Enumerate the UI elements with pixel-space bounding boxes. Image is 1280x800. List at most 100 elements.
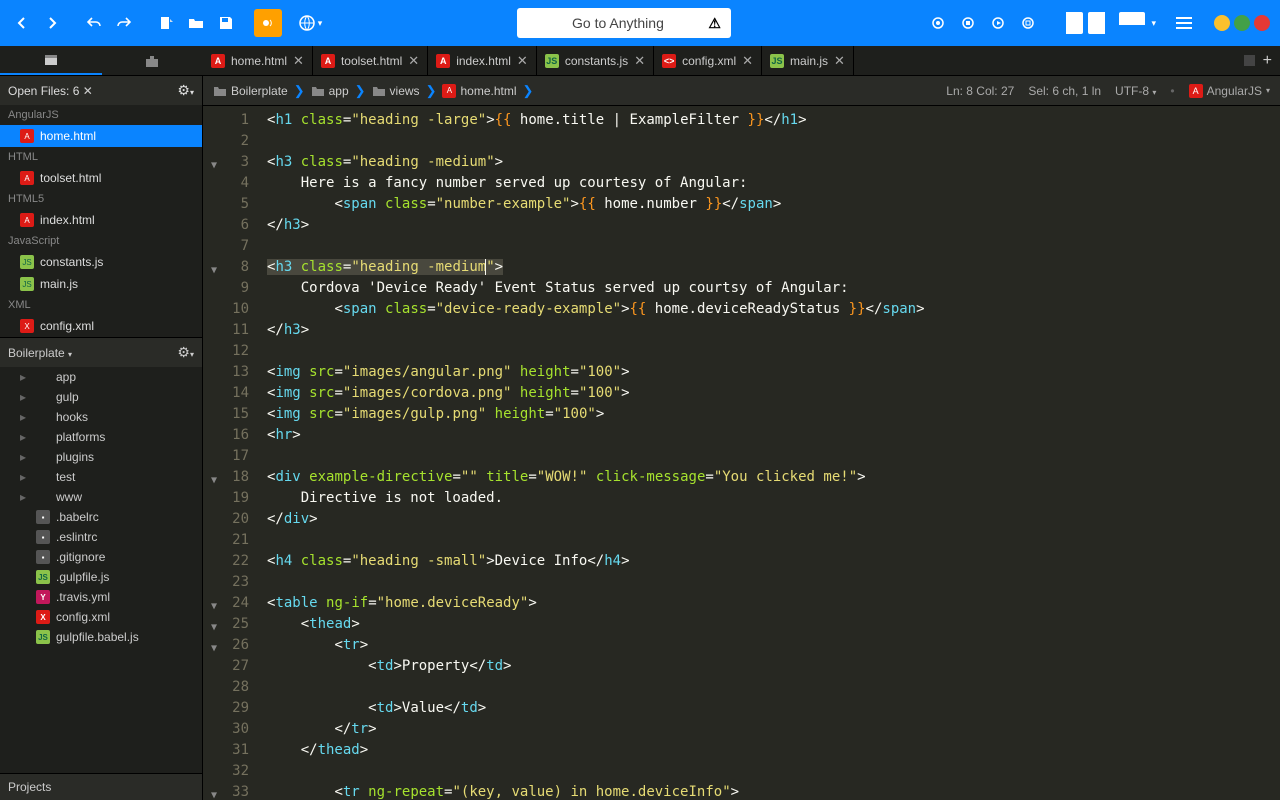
- fold-icon[interactable]: ▼: [211, 785, 217, 800]
- project-tree-item[interactable]: JS.gulpfile.js: [0, 567, 202, 587]
- code-line[interactable]: <h3 class="heading -medium">: [267, 257, 1272, 278]
- project-tree-item[interactable]: JSgulpfile.babel.js: [0, 627, 202, 647]
- code-line[interactable]: <img src="images/cordova.png" height="10…: [267, 383, 1272, 404]
- code-editor[interactable]: 12▼34567▼891011121314151617▼181920212223…: [203, 106, 1280, 800]
- project-tree-item[interactable]: ▸app: [0, 367, 202, 387]
- code-line[interactable]: Here is a fancy number served up courtes…: [267, 173, 1272, 194]
- stop-macro-button[interactable]: [954, 9, 982, 37]
- code-line[interactable]: <tr>: [267, 635, 1272, 656]
- window-close-button[interactable]: [1254, 15, 1270, 31]
- code-line[interactable]: [267, 341, 1272, 362]
- projects-footer[interactable]: Projects: [0, 773, 202, 800]
- project-tree-item[interactable]: ▸hooks: [0, 407, 202, 427]
- close-tab-icon[interactable]: ✕: [517, 53, 528, 69]
- project-tree-item[interactable]: ▸gulp: [0, 387, 202, 407]
- code-line[interactable]: Cordova 'Device Ready' Event Status serv…: [267, 278, 1272, 299]
- project-tree-item[interactable]: ▸test: [0, 467, 202, 487]
- expand-icon[interactable]: ▸: [20, 470, 30, 484]
- code-line[interactable]: </tr>: [267, 719, 1272, 740]
- new-file-button[interactable]: [152, 9, 180, 37]
- code-line[interactable]: <span class="device-ready-example">{{ ho…: [267, 299, 1272, 320]
- expand-icon[interactable]: ▸: [20, 410, 30, 424]
- close-tab-icon[interactable]: ✕: [634, 53, 645, 69]
- tab-index.html[interactable]: Aindex.html✕: [428, 46, 537, 75]
- code-line[interactable]: <div example-directive="" title="WOW!" c…: [267, 467, 1272, 488]
- breadcrumb-segment[interactable]: Boilerplate: [213, 84, 288, 98]
- open-file-item[interactable]: Ahome.html: [0, 125, 202, 147]
- code-line[interactable]: <table ng-if="home.deviceReady">: [267, 593, 1272, 614]
- open-file-item[interactable]: JSmain.js: [0, 273, 202, 295]
- code-line[interactable]: <hr>: [267, 425, 1272, 446]
- menu-button[interactable]: [1170, 9, 1198, 37]
- code-line[interactable]: </div>: [267, 509, 1272, 530]
- code-line[interactable]: </h3>: [267, 320, 1272, 341]
- open-file-item[interactable]: Xconfig.xml: [0, 315, 202, 337]
- project-tree-item[interactable]: ▸platforms: [0, 427, 202, 447]
- play-macro-button[interactable]: [984, 9, 1012, 37]
- code-line[interactable]: [267, 572, 1272, 593]
- tab-home.html[interactable]: Ahome.html✕: [203, 46, 313, 75]
- breadcrumb-segment[interactable]: views: [372, 84, 420, 98]
- open-file-item[interactable]: Atoolset.html: [0, 167, 202, 189]
- close-tab-icon[interactable]: ✕: [408, 53, 419, 69]
- layout-dropdown[interactable]: ▾: [1151, 18, 1156, 29]
- goto-anything-input[interactable]: Go to Anything ⚠: [517, 8, 730, 38]
- open-file-item[interactable]: Aindex.html: [0, 209, 202, 231]
- layout-bottom-panel-button[interactable]: [1119, 12, 1145, 34]
- project-settings-icon[interactable]: ⚙▾: [177, 344, 194, 361]
- code-line[interactable]: <td>Property</td>: [267, 656, 1272, 677]
- expand-icon[interactable]: ▸: [20, 370, 30, 384]
- project-tree-item[interactable]: ▪.eslintrc: [0, 527, 202, 547]
- code-line[interactable]: </thead>: [267, 740, 1272, 761]
- code-line[interactable]: <td>Value</td>: [267, 698, 1272, 719]
- language-selector[interactable]: AAngularJS ▾: [1189, 84, 1270, 98]
- new-tab-button[interactable]: +: [1263, 52, 1272, 70]
- code-line[interactable]: <img src="images/gulp.png" height="100">: [267, 404, 1272, 425]
- tab-list-button[interactable]: [1244, 55, 1255, 66]
- save-button[interactable]: [212, 9, 240, 37]
- code-line[interactable]: </h3>: [267, 215, 1272, 236]
- code-line[interactable]: <span class="number-example">{{ home.num…: [267, 194, 1272, 215]
- open-file-item[interactable]: JSconstants.js: [0, 251, 202, 273]
- close-tab-icon[interactable]: ✕: [742, 53, 753, 69]
- breadcrumb-segment[interactable]: Ahome.html: [442, 84, 516, 98]
- open-file-button[interactable]: [182, 9, 210, 37]
- code-line[interactable]: Directive is not loaded.: [267, 488, 1272, 509]
- project-header[interactable]: Boilerplate ▾ ⚙▾: [0, 338, 202, 367]
- code-line[interactable]: <h3 class="heading -medium">: [267, 152, 1272, 173]
- close-tab-icon[interactable]: ✕: [293, 53, 304, 69]
- places-tab-button[interactable]: [0, 46, 102, 75]
- code-line[interactable]: [267, 446, 1272, 467]
- tab-constants.js[interactable]: JSconstants.js✕: [537, 46, 654, 75]
- tab-toolset.html[interactable]: Atoolset.html✕: [313, 46, 428, 75]
- close-tab-icon[interactable]: ✕: [834, 53, 845, 69]
- code-line[interactable]: <h1 class="heading -large">{{ home.title…: [267, 110, 1272, 131]
- project-tree-item[interactable]: ▸www: [0, 487, 202, 507]
- breadcrumb-segment[interactable]: app: [311, 84, 349, 98]
- window-maximize-button[interactable]: [1234, 15, 1250, 31]
- code-line[interactable]: <tr ng-repeat="(key, value) in home.devi…: [267, 782, 1272, 800]
- code-line[interactable]: [267, 530, 1272, 551]
- code-line[interactable]: [267, 677, 1272, 698]
- project-tree-item[interactable]: ▸plugins: [0, 447, 202, 467]
- expand-icon[interactable]: ▸: [20, 430, 30, 444]
- project-tree-item[interactable]: ▪.babelrc: [0, 507, 202, 527]
- expand-icon[interactable]: ▸: [20, 450, 30, 464]
- project-tree-item[interactable]: ▪.gitignore: [0, 547, 202, 567]
- toolbox-tab-button[interactable]: [102, 46, 204, 75]
- close-open-files-icon[interactable]: ✕: [83, 84, 93, 98]
- nav-forward-button[interactable]: [38, 9, 66, 37]
- code-line[interactable]: <h4 class="heading -small">Device Info</…: [267, 551, 1272, 572]
- browser-preview-button[interactable]: ▾: [296, 9, 324, 37]
- code-line[interactable]: <img src="images/angular.png" height="10…: [267, 362, 1272, 383]
- open-files-settings-icon[interactable]: ⚙▾: [177, 82, 194, 99]
- expand-icon[interactable]: ▸: [20, 390, 30, 404]
- record-macro-button[interactable]: [924, 9, 952, 37]
- project-tree-item[interactable]: Xconfig.xml: [0, 607, 202, 627]
- layout-right-panel-button[interactable]: [1088, 12, 1114, 34]
- project-tree-item[interactable]: Y.travis.yml: [0, 587, 202, 607]
- tab-config.xml[interactable]: <>config.xml✕: [654, 46, 762, 75]
- code-line[interactable]: [267, 761, 1272, 782]
- expand-icon[interactable]: ▸: [20, 490, 30, 504]
- sync-button[interactable]: [254, 9, 282, 37]
